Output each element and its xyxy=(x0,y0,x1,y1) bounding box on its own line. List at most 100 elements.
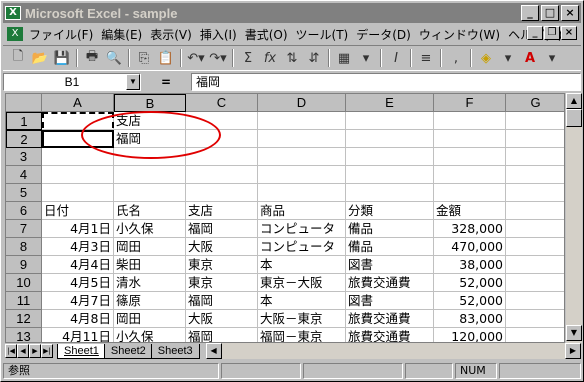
cell-g7[interactable] xyxy=(506,220,564,238)
column-header-a[interactable]: A xyxy=(42,94,114,112)
cell-d6[interactable]: 商品 xyxy=(258,202,346,220)
cell-e9[interactable]: 図書 xyxy=(346,256,434,274)
dropdown-arrow-icon[interactable]: ▾ xyxy=(497,48,519,68)
save-icon[interactable]: 💾 xyxy=(51,48,73,68)
cell-f12[interactable]: 83,000 xyxy=(434,310,506,328)
new-icon[interactable]: 🗋 xyxy=(7,48,29,68)
cell-b4[interactable] xyxy=(114,166,186,184)
maximize-button[interactable]: □ xyxy=(541,5,559,21)
cell-e11[interactable]: 図書 xyxy=(346,292,434,310)
cell-e1[interactable] xyxy=(346,112,434,130)
cell-e5[interactable] xyxy=(346,184,434,202)
row-header[interactable]: 5 xyxy=(6,184,42,202)
cell-c6[interactable]: 支店 xyxy=(186,202,258,220)
tab-sheet3[interactable]: Sheet3 xyxy=(150,343,200,359)
scroll-up-icon[interactable]: ▲ xyxy=(566,93,582,109)
cell-c5[interactable] xyxy=(186,184,258,202)
cell-g5[interactable] xyxy=(506,184,564,202)
menu-tools[interactable]: ツール(T) xyxy=(292,26,353,43)
fill-color-icon[interactable]: ◈ xyxy=(475,48,497,68)
cell-f6[interactable]: 金額 xyxy=(434,202,506,220)
column-header-b[interactable]: B xyxy=(114,94,186,112)
cell-a6[interactable]: 日付 xyxy=(42,202,114,220)
cell-e10[interactable]: 旅費交通費 xyxy=(346,274,434,292)
cell-f8[interactable]: 470,000 xyxy=(434,238,506,256)
cell-d3[interactable] xyxy=(258,148,346,166)
cell-d4[interactable] xyxy=(258,166,346,184)
cell-e4[interactable] xyxy=(346,166,434,184)
row-header[interactable]: 3 xyxy=(6,148,42,166)
select-all-corner[interactable] xyxy=(6,94,42,112)
cell-b12[interactable]: 岡田 xyxy=(114,310,186,328)
column-header-e[interactable]: E xyxy=(346,94,434,112)
cell-f10[interactable]: 52,000 xyxy=(434,274,506,292)
doc-close-button[interactable]: × xyxy=(561,26,577,40)
cell-a8[interactable]: 4月3日 xyxy=(42,238,114,256)
cell-b5[interactable] xyxy=(114,184,186,202)
cell-c13[interactable]: 福岡 xyxy=(186,328,258,342)
cell-d13[interactable]: 福岡－東京 xyxy=(258,328,346,342)
cell-a11[interactable]: 4月7日 xyxy=(42,292,114,310)
cell-c12[interactable]: 大阪 xyxy=(186,310,258,328)
cell-e8[interactable]: 備品 xyxy=(346,238,434,256)
open-icon[interactable]: 📂 xyxy=(29,48,51,68)
preview-icon[interactable]: 🔍 xyxy=(103,48,125,68)
cell-g6[interactable] xyxy=(506,202,564,220)
drawing-icon[interactable]: ▾ xyxy=(355,48,377,68)
cell-c8[interactable]: 大阪 xyxy=(186,238,258,256)
column-header-f[interactable]: F xyxy=(434,94,506,112)
column-header-g[interactable]: G xyxy=(506,94,564,112)
cell-g11[interactable] xyxy=(506,292,564,310)
cell-f1[interactable] xyxy=(434,112,506,130)
horizontal-scrollbar[interactable]: ◀ ▶ xyxy=(205,343,581,359)
cell-a4[interactable] xyxy=(42,166,114,184)
cell-d10[interactable]: 東京－大阪 xyxy=(258,274,346,292)
cell-a5[interactable] xyxy=(42,184,114,202)
cell-c10[interactable]: 東京 xyxy=(186,274,258,292)
row-header[interactable]: 2 xyxy=(6,130,42,148)
cell-g4[interactable] xyxy=(506,166,564,184)
cell-f7[interactable]: 328,000 xyxy=(434,220,506,238)
workbook-icon[interactable]: X xyxy=(7,27,23,41)
menu-insert[interactable]: 挿入(I) xyxy=(196,26,241,43)
cell-e13[interactable]: 旅費交通費 xyxy=(346,328,434,342)
function-icon[interactable]: fx xyxy=(259,48,281,68)
close-button[interactable]: × xyxy=(561,5,579,21)
cell-d11[interactable]: 本 xyxy=(258,292,346,310)
cell-e3[interactable] xyxy=(346,148,434,166)
cell-f13[interactable]: 120,000 xyxy=(434,328,506,342)
cell-g3[interactable] xyxy=(506,148,564,166)
row-header[interactable]: 10 xyxy=(6,274,42,292)
scroll-left-icon[interactable]: ◀ xyxy=(205,343,222,359)
row-header[interactable]: 11 xyxy=(6,292,42,310)
cell-f3[interactable] xyxy=(434,148,506,166)
scroll-thumb[interactable] xyxy=(566,109,582,127)
excel-app-icon[interactable]: X xyxy=(5,6,21,20)
row-header[interactable]: 7 xyxy=(6,220,42,238)
tab-sheet1[interactable]: Sheet1 xyxy=(57,343,106,359)
cell-f5[interactable] xyxy=(434,184,506,202)
column-header-c[interactable]: C xyxy=(186,94,258,112)
name-box[interactable]: B1 ▼ xyxy=(3,73,141,91)
cell-b10[interactable]: 清水 xyxy=(114,274,186,292)
undo-icon[interactable]: ↶▾ xyxy=(185,48,207,68)
prev-sheet-icon[interactable]: ◀ xyxy=(17,344,29,358)
cell-b6[interactable]: 氏名 xyxy=(114,202,186,220)
cell-d2[interactable] xyxy=(258,130,346,148)
font-color-icon[interactable]: A xyxy=(519,48,541,68)
cell-a12[interactable]: 4月8日 xyxy=(42,310,114,328)
cell-g13[interactable] xyxy=(506,328,564,342)
vertical-scrollbar[interactable]: ▲ ▼ xyxy=(566,93,582,343)
menu-data[interactable]: データ(D) xyxy=(352,26,415,43)
menu-view[interactable]: 表示(V) xyxy=(146,26,196,43)
cell-a13[interactable]: 4月11日 xyxy=(42,328,114,342)
sort-ascending-icon[interactable]: ⇅ xyxy=(281,48,303,68)
menu-file[interactable]: ファイル(F) xyxy=(25,26,97,43)
title-bar[interactable]: X Microsoft Excel - sample _ □ × xyxy=(3,3,581,23)
cell-c4[interactable] xyxy=(186,166,258,184)
cell-g10[interactable] xyxy=(506,274,564,292)
chart-icon[interactable]: ▦ xyxy=(333,48,355,68)
column-header-d[interactable]: D xyxy=(258,94,346,112)
row-header[interactable]: 4 xyxy=(6,166,42,184)
row-header[interactable]: 8 xyxy=(6,238,42,256)
